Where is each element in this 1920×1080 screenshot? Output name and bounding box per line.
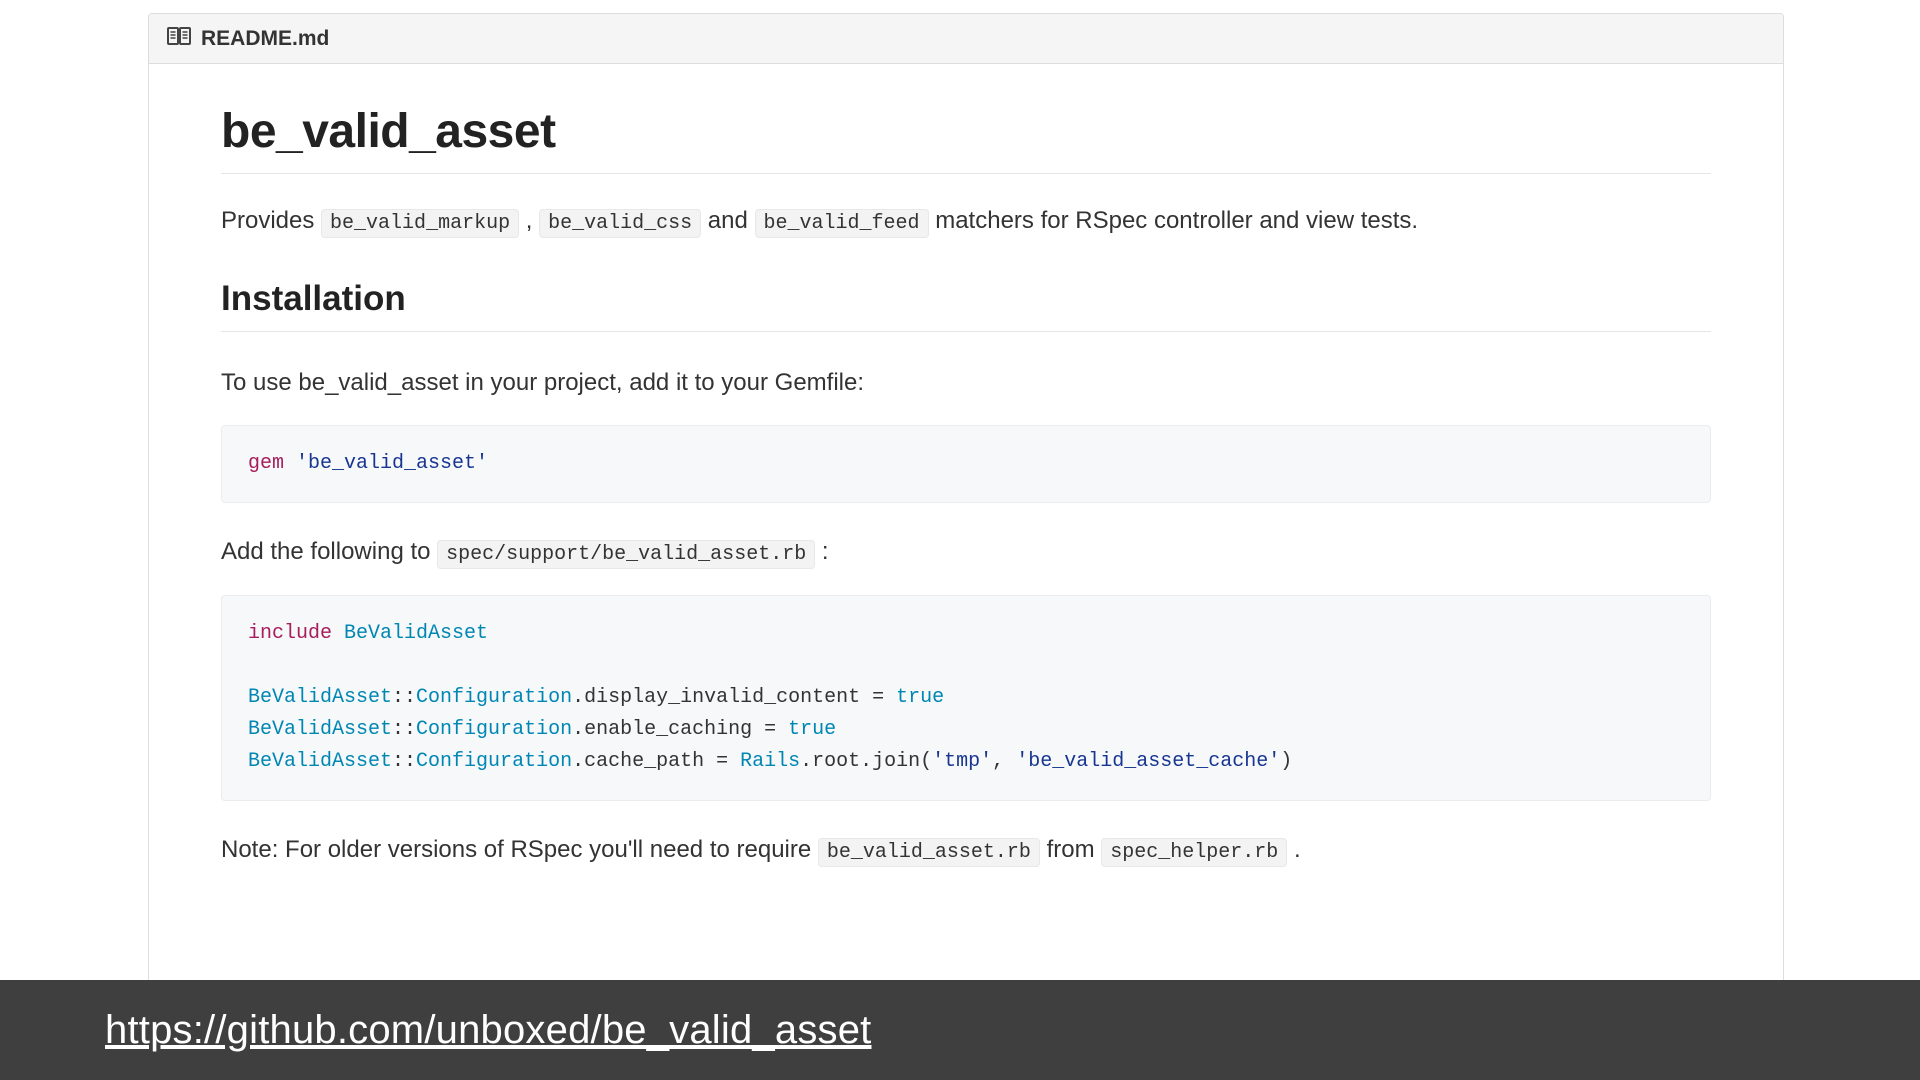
code-text: ,	[992, 750, 1016, 773]
intro-paragraph: Provides be_valid_markup , be_valid_css …	[221, 202, 1711, 239]
intro-text: and	[701, 207, 754, 234]
inline-code: spec_helper.rb	[1101, 838, 1287, 867]
intro-text: Provides	[221, 207, 321, 234]
footer-bar: https://github.com/unboxed/be_valid_asse…	[0, 980, 1920, 1080]
section-heading-installation: Installation	[221, 279, 1711, 332]
code-text: .display_invalid_content =	[572, 686, 896, 709]
code-scope: Configuration	[416, 750, 572, 773]
code-class: BeValidAsset	[248, 718, 392, 741]
code-string: 'be_valid_asset'	[296, 452, 488, 475]
note-text: Note: For older versions of RSpec you'll…	[221, 836, 818, 863]
code-class: BeValidAsset	[248, 686, 392, 709]
code-keyword: gem	[248, 452, 284, 475]
code-text: .cache_path =	[572, 750, 740, 773]
code-literal: true	[788, 718, 836, 741]
page-title: be_valid_asset	[221, 104, 1711, 174]
code-text: .enable_caching =	[572, 718, 788, 741]
code-string: 'be_valid_asset_cache'	[1016, 750, 1280, 773]
code-op: ::	[392, 686, 416, 709]
code-scope: Configuration	[416, 718, 572, 741]
code-class: Rails	[740, 750, 800, 773]
note-text: from	[1040, 836, 1101, 863]
gemfile-code-block: gem 'be_valid_asset'	[221, 425, 1711, 503]
code-literal: true	[896, 686, 944, 709]
note-paragraph: Note: For older versions of RSpec you'll…	[221, 831, 1711, 868]
document-stage: README.md be_valid_asset Provides be_val…	[0, 0, 1920, 1080]
readme-header: README.md	[149, 14, 1783, 64]
support-intro-text: :	[815, 538, 828, 565]
code-text: .root.join(	[800, 750, 932, 773]
gemfile-intro: To use be_valid_asset in your project, a…	[221, 364, 1711, 401]
code-class: BeValidAsset	[248, 750, 392, 773]
note-text: .	[1287, 836, 1300, 863]
readme-filename: README.md	[201, 27, 329, 51]
inline-code: be_valid_css	[539, 209, 701, 238]
code-op: ::	[392, 718, 416, 741]
code-keyword: include	[248, 622, 332, 645]
intro-text: matchers for RSpec controller and view t…	[929, 207, 1419, 234]
code-text: )	[1280, 750, 1292, 773]
readme-panel: README.md be_valid_asset Provides be_val…	[148, 13, 1784, 983]
code-text	[284, 452, 296, 475]
code-string: 'tmp'	[932, 750, 992, 773]
inline-code: be_valid_markup	[321, 209, 519, 238]
source-url-link[interactable]: https://github.com/unboxed/be_valid_asse…	[105, 1008, 871, 1053]
inline-code: be_valid_asset.rb	[818, 838, 1040, 867]
book-icon	[167, 26, 191, 51]
inline-code: be_valid_feed	[755, 209, 929, 238]
code-op: ::	[392, 750, 416, 773]
code-text	[332, 622, 344, 645]
code-scope: Configuration	[416, 686, 572, 709]
inline-code: spec/support/be_valid_asset.rb	[437, 540, 815, 569]
support-intro: Add the following to spec/support/be_val…	[221, 533, 1711, 570]
support-code-block: include BeValidAsset BeValidAsset::Confi…	[221, 595, 1711, 801]
support-intro-text: Add the following to	[221, 538, 437, 565]
intro-text: ,	[519, 207, 539, 234]
readme-body: be_valid_asset Provides be_valid_markup …	[149, 64, 1783, 932]
code-class: BeValidAsset	[344, 622, 488, 645]
